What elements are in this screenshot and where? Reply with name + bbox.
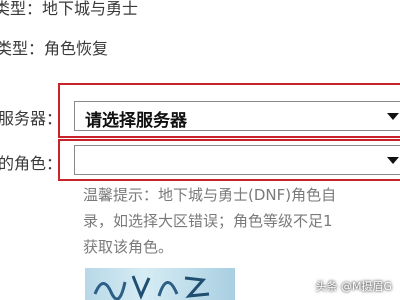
chevron-down-icon[interactable]: [387, 157, 399, 164]
server-select[interactable]: 请选择服务器: [74, 101, 400, 131]
service-type-line: 类型：角色恢复: [0, 39, 109, 58]
server-select-value: 请选择服务器: [85, 111, 187, 131]
game-type-line: 类型：地下城与勇士: [0, 0, 139, 18]
hint-line-3: 获取该角色。: [83, 238, 174, 256]
captcha-glyphs: [93, 275, 210, 300]
hint-text: 温馨提示：地下城与勇士(DNF)角色自 录，如选择大区错误；角色等级不足1 获取…: [83, 182, 400, 260]
hint-line-1: 温馨提示：地下城与勇士(DNF)角色自: [83, 186, 337, 204]
watermark: 头条 @M摄眉G: [315, 280, 392, 293]
role-label: 的角色：: [0, 154, 63, 173]
chevron-down-icon[interactable]: [387, 113, 399, 120]
server-label: 服务器：: [0, 109, 63, 128]
role-select[interactable]: [74, 145, 400, 175]
hint-line-2: 录，如选择大区错误；角色等级不足1: [83, 212, 333, 230]
captcha-image[interactable]: [85, 268, 235, 300]
